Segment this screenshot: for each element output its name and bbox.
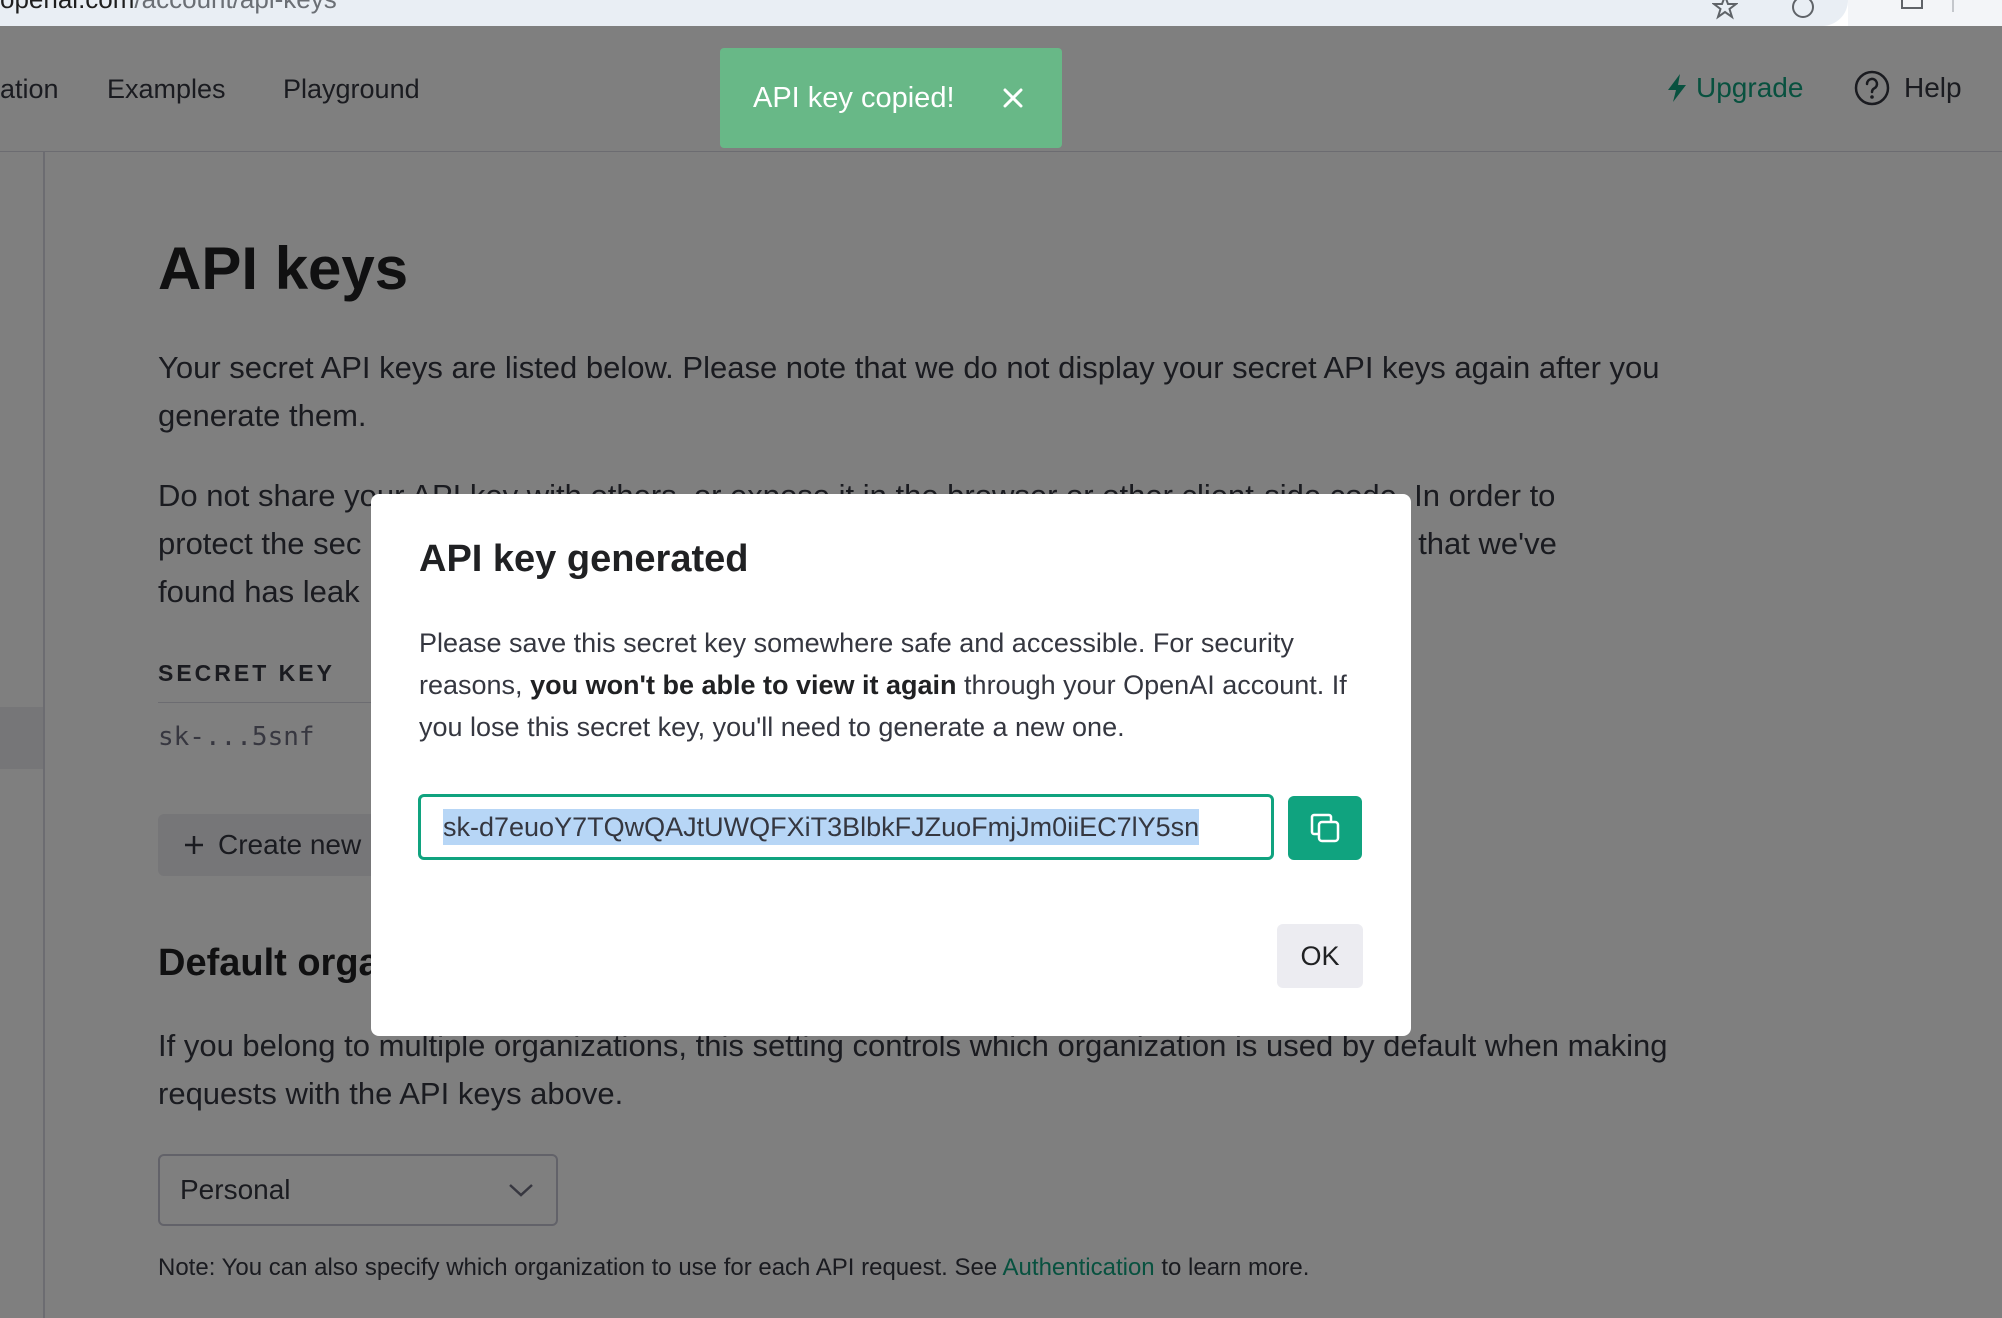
extension-puzzle-icon[interactable] <box>1790 0 1816 20</box>
browser-toolbar-right <box>1848 0 2002 26</box>
url-path: /account/api-keys <box>134 0 336 14</box>
copy-key-button[interactable] <box>1288 796 1362 860</box>
generated-key-text: sk-d7euoY7TQwQAJtUWQFXiT3BlbkFJZuoFmjJm0… <box>443 809 1200 845</box>
dialog-message-emphasis: you won't be able to view it again <box>530 670 957 700</box>
url-host: openai.com <box>0 0 134 14</box>
browser-url[interactable]: openai.com/account/api-keys <box>0 0 337 15</box>
ok-button[interactable]: OK <box>1277 924 1363 988</box>
dialog-message: Please save this secret key somewhere sa… <box>419 622 1379 748</box>
copy-icon <box>1310 813 1340 843</box>
copied-toast: API key copied! <box>720 48 1062 148</box>
close-icon[interactable] <box>1002 87 1024 109</box>
generated-key-field[interactable]: sk-d7euoY7TQwQAJtUWQFXiT3BlbkFJZuoFmjJm0… <box>418 794 1274 860</box>
browser-address-bar[interactable]: openai.com/account/api-keys <box>0 0 1848 26</box>
toolbar-divider <box>1952 0 1954 12</box>
api-key-generated-dialog: API key generated Please save this secre… <box>371 494 1411 1036</box>
bookmark-star-icon[interactable] <box>1712 0 1738 20</box>
extensions-icon[interactable] <box>1898 0 1926 12</box>
toast-message: API key copied! <box>753 81 955 114</box>
dialog-title: API key generated <box>419 538 749 580</box>
